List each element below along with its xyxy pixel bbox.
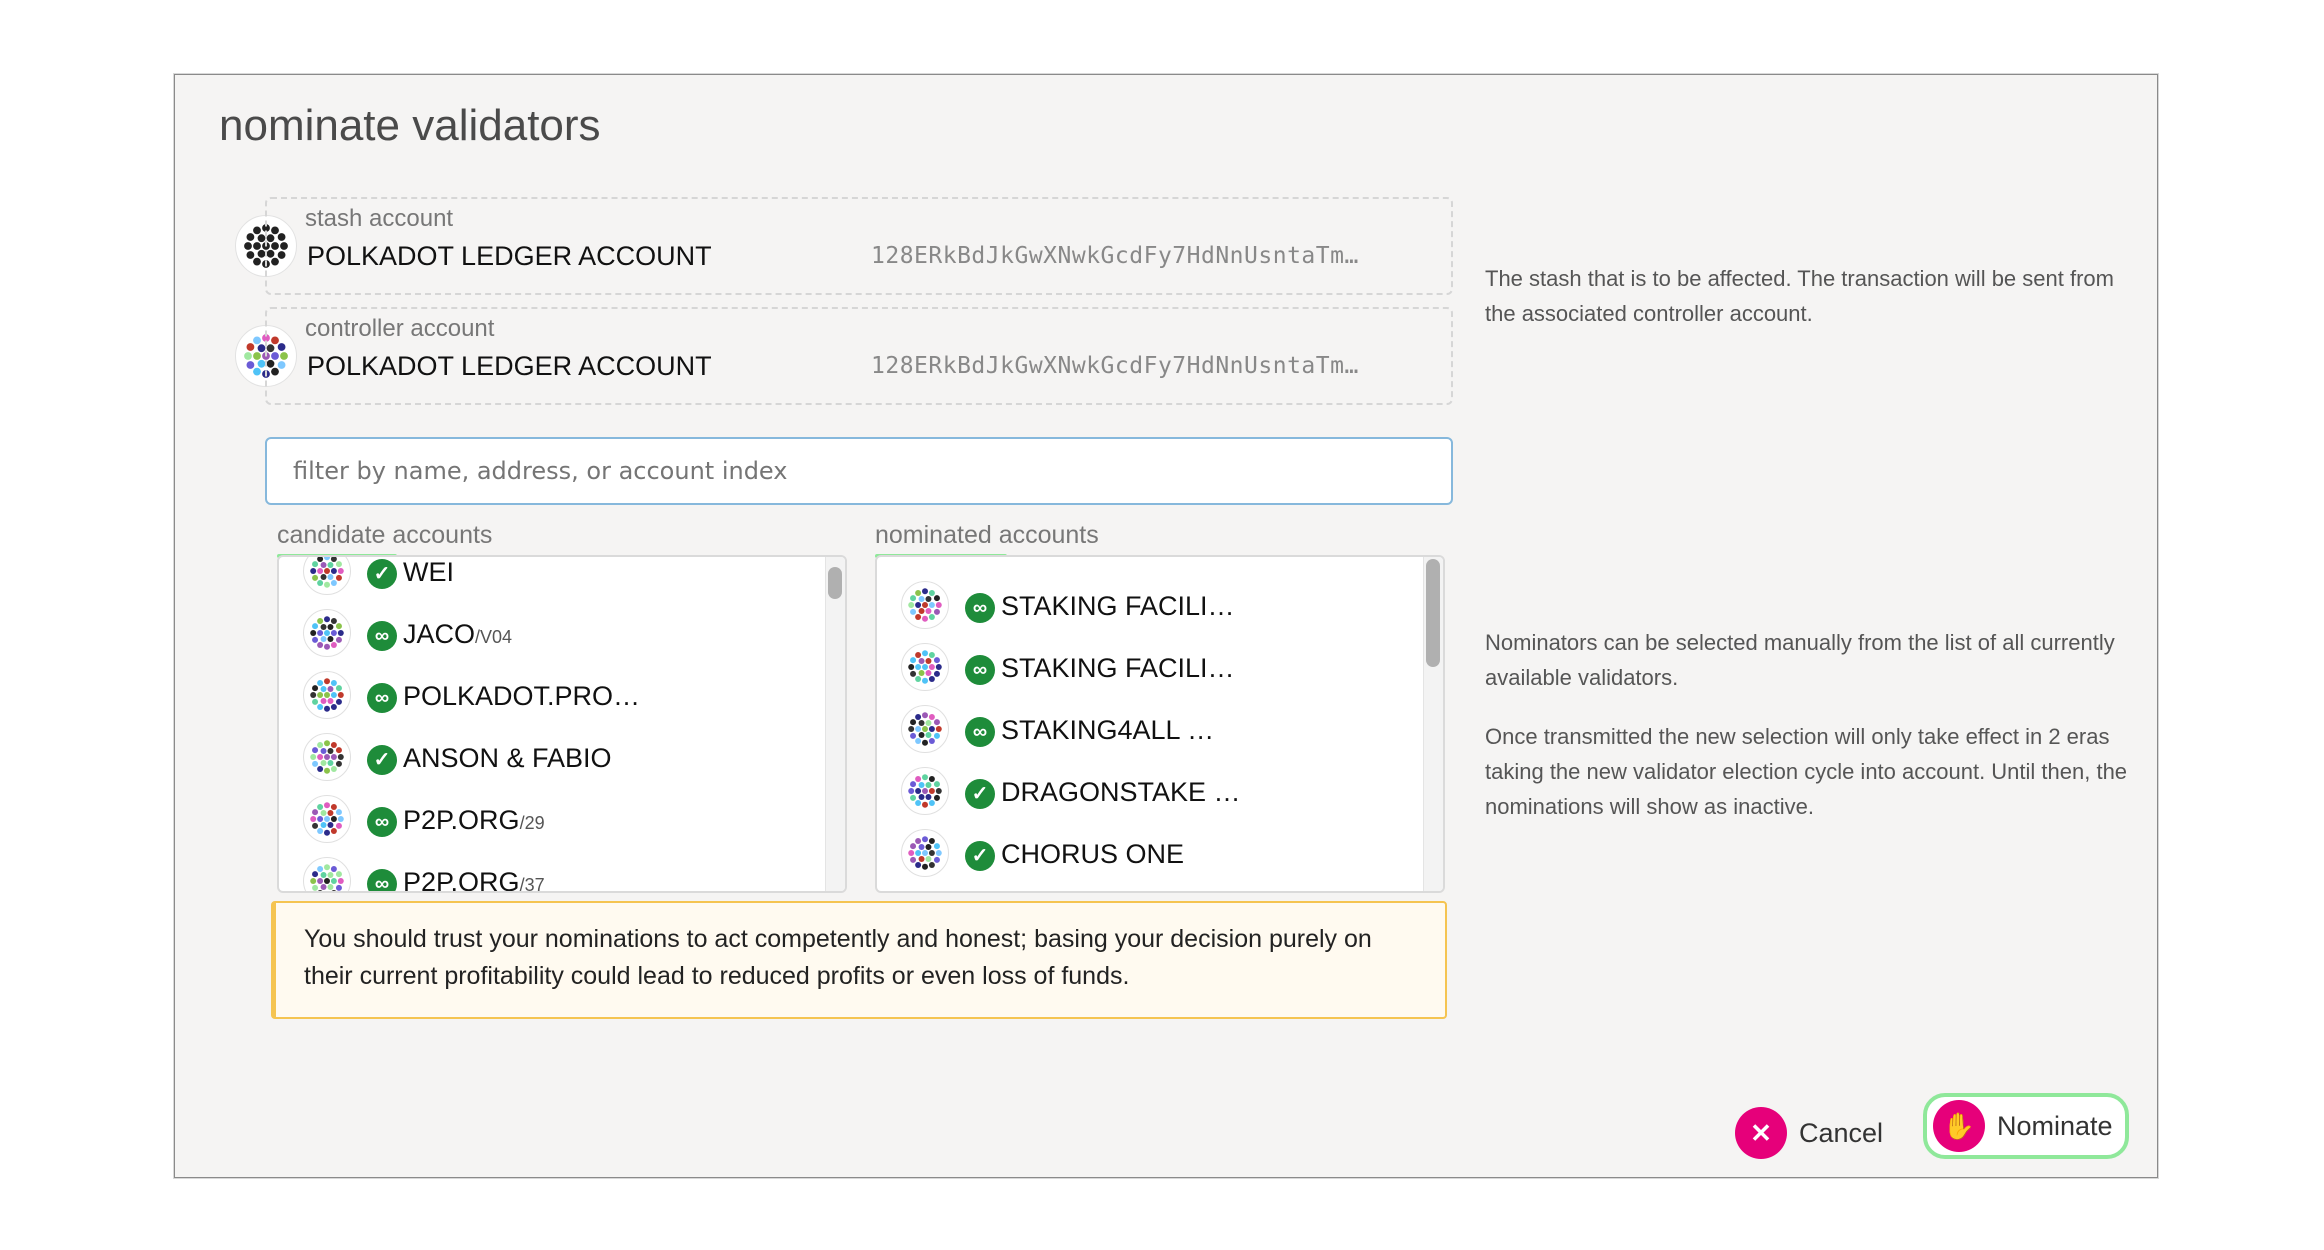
validator-name: JACO/V04 xyxy=(403,619,512,650)
cancel-label: Cancel xyxy=(1799,1117,1884,1148)
stash-account-address: 128ERkBdJkGwXNwkGcdFy7HdNnUsntaTm… xyxy=(871,243,1359,269)
candidate-row[interactable]: ✓ WEI xyxy=(279,557,845,603)
validator-name: STAKING FACILI… xyxy=(1001,591,1235,622)
linked-identity-icon: ∞ xyxy=(367,683,397,713)
validator-identicon xyxy=(303,795,351,843)
validator-name-text: WEI xyxy=(403,557,454,587)
validator-name: STAKING4ALL … xyxy=(1001,715,1214,746)
verified-check-icon: ✓ xyxy=(965,841,995,871)
candidate-accounts-label: candidate accounts xyxy=(277,521,493,549)
candidate-accounts-title: candidate accounts xyxy=(277,521,493,558)
linked-identity-icon: ∞ xyxy=(965,717,995,747)
validator-name-text: ANSON & FABIO xyxy=(403,743,612,773)
hand-icon: ✋ xyxy=(1933,1100,1985,1152)
nominated-row[interactable]: ✓ CHORUS ONE xyxy=(877,823,1443,885)
candidate-scrollbar[interactable] xyxy=(825,557,845,891)
linked-identity-icon: ∞ xyxy=(367,621,397,651)
nominators-help-text-1: Nominators can be selected manually from… xyxy=(1485,630,2115,690)
validator-name-text: STAKING FACILI… xyxy=(1001,591,1235,621)
cancel-button[interactable]: ✕ Cancel xyxy=(1735,1100,1883,1166)
controller-account[interactable]: controller account POLKADOT LEDGER ACCOU… xyxy=(265,307,1453,405)
controller-account-name: POLKADOT LEDGER ACCOUNT xyxy=(307,351,712,381)
validator-name-text: DRAGONSTAKE … xyxy=(1001,777,1241,807)
nominated-row[interactable]: ∞ STAKING FACILI… xyxy=(877,575,1443,637)
accounts-help-text: The stash that is to be affected. The tr… xyxy=(1485,266,2114,326)
candidate-scrollbar-thumb[interactable] xyxy=(828,567,842,599)
stash-account[interactable]: stash account POLKADOT LEDGER ACCOUNT 12… xyxy=(265,197,1453,295)
validator-name: DRAGONSTAKE … xyxy=(1001,777,1241,808)
validator-identicon xyxy=(303,557,351,595)
candidate-row[interactable]: ∞ P2P.ORG/37 xyxy=(279,851,845,893)
nominated-accounts-label: nominated accounts xyxy=(875,521,1099,549)
validator-name: P2P.ORG/29 xyxy=(403,805,545,836)
nominate-button[interactable]: ✋ Nominate xyxy=(1923,1093,2129,1159)
verified-check-icon: ✓ xyxy=(367,559,397,589)
validator-name: P2P.ORG/37 xyxy=(403,867,545,893)
validator-identicon xyxy=(901,581,949,629)
validator-name: POLKADOT.PRO… xyxy=(403,681,640,712)
validator-identicon xyxy=(303,609,351,657)
validator-name-text: P2P.ORG xyxy=(403,805,520,835)
validator-sub-identity: /29 xyxy=(519,813,545,833)
linked-identity-icon: ∞ xyxy=(965,655,995,685)
nominated-row[interactable]: ∞ STAKING4ALL … xyxy=(877,699,1443,761)
validator-name-text: STAKING4ALL … xyxy=(1001,715,1215,745)
nominators-help-text-2: Once transmitted the new selection will … xyxy=(1485,724,2128,819)
close-icon: ✕ xyxy=(1735,1107,1787,1159)
nominated-scrollbar[interactable] xyxy=(1423,557,1443,891)
nominate-label: Nominate xyxy=(1997,1110,2113,1141)
validator-identicon xyxy=(901,767,949,815)
validator-name: ANSON & FABIO xyxy=(403,743,612,774)
linked-identity-icon: ∞ xyxy=(367,807,397,837)
filter-input[interactable] xyxy=(265,437,1453,505)
validator-name: WEI xyxy=(403,557,454,588)
stash-account-name: POLKADOT LEDGER ACCOUNT xyxy=(307,241,712,271)
controller-account-address: 128ERkBdJkGwXNwkGcdFy7HdNnUsntaTm… xyxy=(871,353,1359,379)
validator-name-text: STAKING FACILI… xyxy=(1001,653,1235,683)
validator-name: CHORUS ONE xyxy=(1001,839,1184,870)
validator-name-text: CHORUS ONE xyxy=(1001,839,1185,869)
modal-title: nominate validators xyxy=(219,101,601,150)
verified-check-icon: ✓ xyxy=(965,779,995,809)
linked-identity-icon: ∞ xyxy=(965,593,995,623)
nominated-accounts-list[interactable]: ∞ STAKING FACILI… ∞ STAKING FACILI… ∞ STAKING… xyxy=(875,555,1445,893)
validator-identicon xyxy=(901,705,949,753)
validator-identicon xyxy=(901,643,949,691)
verified-check-icon: ✓ xyxy=(367,745,397,775)
stash-account-label: stash account xyxy=(305,205,454,232)
nominated-row[interactable]: ∞ STAKING FACILI… xyxy=(877,637,1443,699)
nominated-accounts-title: nominated accounts xyxy=(875,521,1099,558)
validator-identicon xyxy=(303,857,351,891)
validator-name-text: P2P.ORG xyxy=(403,867,520,893)
validator-name: STAKING FACILI… xyxy=(1001,653,1235,684)
nominate-modal: nominate validators stash account POLKAD… xyxy=(174,74,2158,1178)
nominated-scrollbar-thumb[interactable] xyxy=(1426,559,1440,667)
nominated-row[interactable]: ✓ DRAGONSTAKE … xyxy=(877,761,1443,823)
validator-identicon xyxy=(303,733,351,781)
candidate-row[interactable]: ∞ P2P.ORG/29 xyxy=(279,789,845,851)
candidate-row[interactable]: ∞ JACO/V04 xyxy=(279,603,845,665)
candidate-row[interactable]: ✓ ANSON & FABIO xyxy=(279,727,845,789)
validator-name-text: POLKADOT.PRO… xyxy=(403,681,641,711)
validator-sub-identity: /V04 xyxy=(475,627,513,647)
validator-identicon xyxy=(303,671,351,719)
candidate-row[interactable]: ∞ POLKADOT.PRO… xyxy=(279,665,845,727)
validator-name-text: JACO xyxy=(403,619,476,649)
validator-identicon xyxy=(901,829,949,877)
nomination-warning: You should trust your nominations to act… xyxy=(271,901,1447,1019)
candidate-accounts-list[interactable]: ✓ WEI ∞ JACO/V04 ∞ POLKADOT.PRO… ✓ ANSON & FABI… xyxy=(277,555,847,893)
linked-identity-icon: ∞ xyxy=(367,869,397,891)
controller-account-label: controller account xyxy=(305,315,495,342)
validator-sub-identity: /37 xyxy=(519,875,545,893)
